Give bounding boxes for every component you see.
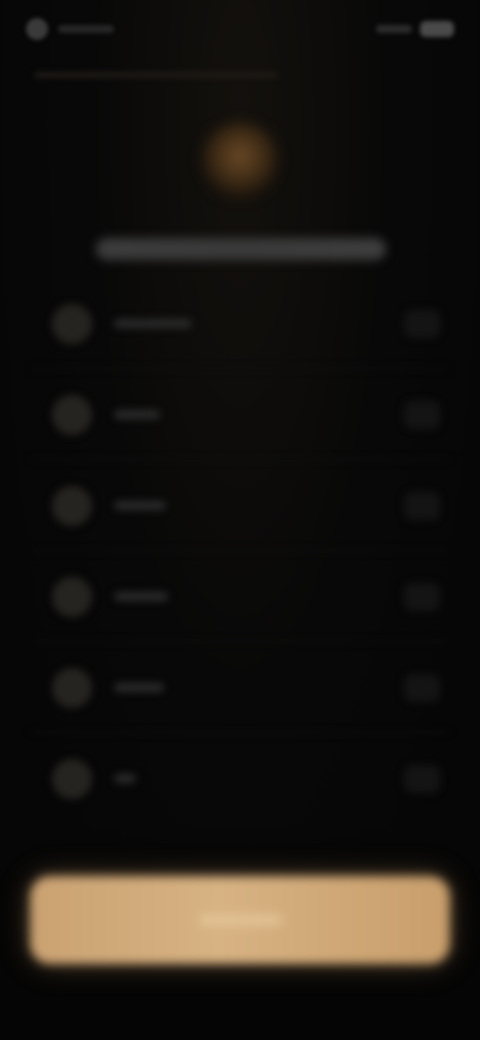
screen bbox=[0, 0, 480, 1040]
back-button[interactable] bbox=[26, 18, 114, 40]
list-item[interactable] bbox=[30, 460, 450, 551]
list-item[interactable] bbox=[30, 278, 450, 369]
battery-icon bbox=[420, 21, 454, 37]
list-item[interactable] bbox=[30, 369, 450, 460]
list-item[interactable] bbox=[30, 551, 450, 642]
option-icon bbox=[52, 394, 92, 435]
button-label-placeholder bbox=[198, 914, 282, 926]
list-item-label-placeholder bbox=[114, 683, 164, 692]
option-list bbox=[30, 278, 450, 824]
list-item-label-placeholder bbox=[114, 319, 192, 328]
top-bar bbox=[26, 14, 454, 44]
list-item-label-placeholder bbox=[114, 592, 168, 601]
continue-button[interactable] bbox=[30, 876, 450, 964]
list-item-label-placeholder bbox=[114, 774, 136, 783]
option-icon bbox=[52, 303, 92, 344]
chevron-icon bbox=[404, 764, 440, 793]
option-icon bbox=[52, 667, 92, 708]
page-title-placeholder bbox=[96, 238, 386, 260]
chevron-icon bbox=[404, 491, 440, 520]
list-item[interactable] bbox=[30, 642, 450, 733]
option-icon bbox=[52, 485, 92, 526]
option-icon bbox=[52, 576, 92, 617]
back-label-placeholder bbox=[58, 25, 114, 33]
chevron-icon bbox=[404, 309, 440, 338]
status-text-placeholder bbox=[376, 25, 412, 33]
back-icon bbox=[26, 18, 48, 40]
list-item-label-placeholder bbox=[114, 410, 160, 419]
avatar bbox=[202, 122, 278, 198]
list-item[interactable] bbox=[30, 733, 450, 824]
status-area bbox=[376, 21, 454, 37]
option-icon bbox=[52, 758, 92, 799]
chevron-icon bbox=[404, 673, 440, 702]
list-item-label-placeholder bbox=[114, 501, 166, 510]
chevron-icon bbox=[404, 400, 440, 429]
subheader-placeholder bbox=[34, 72, 278, 78]
chevron-icon bbox=[404, 582, 440, 611]
